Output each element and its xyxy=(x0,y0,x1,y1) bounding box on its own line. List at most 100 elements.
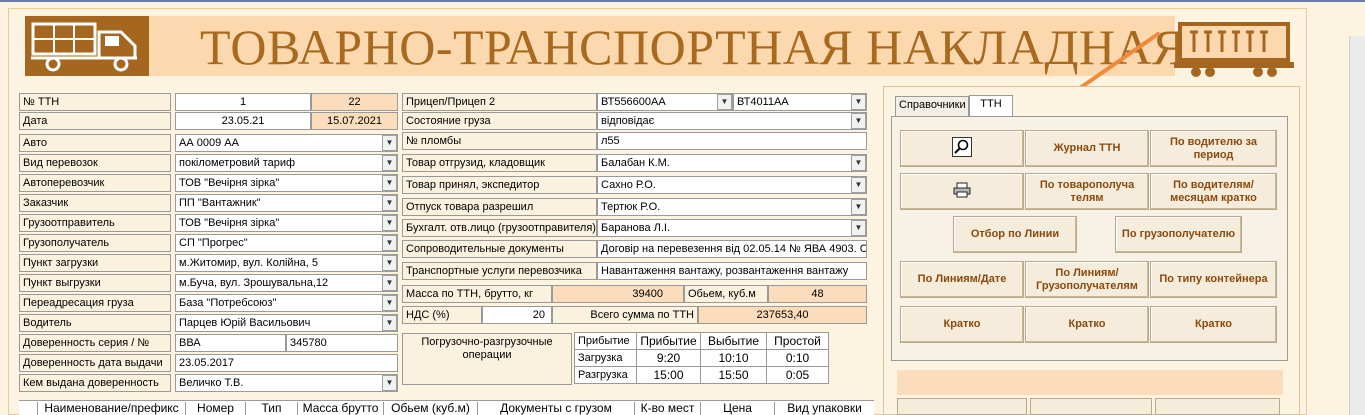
chevron-down-icon[interactable]: ▼ xyxy=(851,155,866,171)
auto-label: Авто xyxy=(19,134,171,152)
customer-select[interactable]: ПП "Вантажник" xyxy=(175,194,398,212)
chevron-down-icon[interactable]: ▼ xyxy=(851,199,866,215)
grid-column-header[interactable]: Вид упаковки xyxy=(774,402,874,415)
by-drivers-months-button[interactable]: По водителям/ месяцам кратко xyxy=(1150,173,1277,210)
vat-field[interactable]: 20 xyxy=(482,306,552,324)
chevron-down-icon[interactable]: ▼ xyxy=(382,235,397,251)
total-field[interactable]: 237653,40 xyxy=(698,306,867,324)
unload-point-select[interactable]: м.Буча, вул. Зрошувальна,12 xyxy=(175,274,398,292)
idle-cell[interactable]: 0:05 xyxy=(766,366,829,384)
transport-type-select[interactable]: покілометровий тариф xyxy=(175,154,398,172)
printer-icon xyxy=(953,182,971,202)
grid-column-header[interactable]: Документы с грузом xyxy=(477,402,634,415)
chevron-down-icon[interactable]: ▼ xyxy=(382,375,397,391)
docs-label: Сопроводительные документы xyxy=(402,240,597,258)
readdress-label: Переадресация груза xyxy=(19,294,171,312)
chevron-down-icon[interactable]: ▼ xyxy=(382,195,397,211)
truck-icon xyxy=(25,16,149,76)
consignee-label: Грузополучатель xyxy=(19,234,171,252)
chevron-down-icon[interactable]: ▼ xyxy=(382,135,397,151)
loading-timing-table: Прибытие Прибытие Выбытие Простой Загруз… xyxy=(574,332,829,384)
chevron-down-icon[interactable]: ▼ xyxy=(851,113,866,129)
by-driver-period-button[interactable]: По водителю за период xyxy=(1150,130,1277,167)
poa-series-field[interactable]: ВВА xyxy=(175,334,286,352)
poa-issuer-select[interactable]: Величко Т.В. xyxy=(175,374,398,392)
received-by-select[interactable]: Сахно Р.О. xyxy=(597,176,867,194)
chevron-down-icon[interactable]: ▼ xyxy=(717,94,732,110)
bottom-button[interactable] xyxy=(1030,398,1152,415)
arrive-cell[interactable]: 15:00 xyxy=(636,366,701,384)
chevron-down-icon[interactable]: ▼ xyxy=(382,255,397,271)
trailer-select[interactable]: ВТ556600АА xyxy=(597,93,733,111)
grid-column-header[interactable]: Масса брутто xyxy=(297,402,383,415)
volume-field[interactable]: 48 xyxy=(768,285,867,303)
chevron-down-icon[interactable]: ▼ xyxy=(382,215,397,231)
by-consignees-button[interactable]: По товарополуча телям xyxy=(1025,173,1149,210)
driver-select[interactable]: Парцев Юрій Васильович xyxy=(175,314,398,332)
trailer2-select[interactable]: ВТ4011АА xyxy=(733,93,867,111)
bottom-button[interactable] xyxy=(1155,398,1280,415)
load-point-select[interactable]: м.Житомир, вул. Колійна, 5 xyxy=(175,254,398,272)
container-wagon-icon xyxy=(1172,20,1296,78)
permitted-by-select[interactable]: Тертюк Р.О. xyxy=(597,198,867,216)
date-field[interactable]: 23.05.21 xyxy=(175,112,311,130)
vertical-scrollbar[interactable] xyxy=(1349,36,1365,415)
depart-cell[interactable]: 15:50 xyxy=(700,366,767,384)
idle-cell[interactable]: 0:10 xyxy=(766,349,829,367)
grid-column-header[interactable]: Тип xyxy=(245,402,297,415)
consignee-select[interactable]: СП "Прогрес" xyxy=(175,234,398,252)
print-button[interactable] xyxy=(900,173,1024,210)
unload-point-label: Пункт выгрузки xyxy=(19,274,171,292)
ttn-number-field[interactable]: 1 xyxy=(175,93,311,111)
search-button[interactable] xyxy=(900,130,1024,167)
brief-button-1[interactable]: Кратко xyxy=(900,306,1024,343)
by-consignee-button[interactable]: По грузополучателю xyxy=(1115,216,1242,253)
timing-header: Прибытие xyxy=(574,332,637,350)
cargo-state-select[interactable]: відповідає xyxy=(597,112,867,130)
poa-date-label: Доверенность дата выдачи xyxy=(19,354,171,372)
tab-ttn[interactable]: ТТН xyxy=(969,95,1013,116)
readdress-select[interactable]: База "Потребсоюз" xyxy=(175,294,398,312)
auto-select[interactable]: АА 0009 АА xyxy=(175,134,398,152)
chevron-down-icon[interactable]: ▼ xyxy=(851,94,866,110)
chevron-down-icon[interactable]: ▼ xyxy=(382,275,397,291)
ttn-number-field-2[interactable]: 22 xyxy=(311,93,398,111)
released-by-select[interactable]: Балабан К.М. xyxy=(597,154,867,172)
carrier-select[interactable]: ТОВ "Вечірня зірка" xyxy=(175,174,398,192)
chevron-down-icon[interactable]: ▼ xyxy=(851,177,866,193)
chevron-down-icon[interactable]: ▼ xyxy=(382,295,397,311)
status-strip xyxy=(897,370,1283,395)
depart-cell[interactable]: 10:10 xyxy=(700,349,767,367)
grid-column-header[interactable]: Наименование/префикс xyxy=(37,402,185,415)
loading-operations-label: Погрузочно-разгрузочные операции xyxy=(402,333,572,385)
docs-field[interactable]: Договір на перевезення від 02.05.14 № ЯВ… xyxy=(597,240,867,258)
brief-button-2[interactable]: Кратко xyxy=(1025,306,1149,343)
brief-button-3[interactable]: Кратко xyxy=(1150,306,1277,343)
filter-by-line-button[interactable]: Отбор по Линии xyxy=(953,216,1077,253)
seal-field[interactable]: л55 xyxy=(597,132,867,150)
poa-series-label: Доверенность серия / № xyxy=(19,334,171,352)
accountant-select[interactable]: Баранова Л.І. xyxy=(597,219,867,237)
grid-column-header[interactable]: Цена xyxy=(700,402,774,415)
shipper-select[interactable]: ТОВ "Вечірня зірка" xyxy=(175,214,398,232)
services-field[interactable]: Навантаження вантажу, розвантаження вант… xyxy=(597,262,867,280)
chevron-down-icon[interactable]: ▼ xyxy=(382,315,397,331)
date-field-2[interactable]: 15.07.2021 xyxy=(311,112,398,130)
grid-column-header[interactable]: Обьем (куб.м) xyxy=(383,402,477,415)
poa-date-field[interactable]: 23.05.2017 xyxy=(175,354,398,372)
bottom-button[interactable] xyxy=(897,398,1027,415)
journal-ttn-button[interactable]: Журнал ТТН xyxy=(1025,130,1149,167)
accountant-label: Бухгалт. отв.лицо (грузоотправителя) xyxy=(402,219,597,237)
grid-column-header[interactable]: К-во мест xyxy=(634,402,700,415)
mass-field[interactable]: 39400 xyxy=(552,285,684,303)
grid-column-header[interactable]: Номер xyxy=(185,402,245,415)
tab-directories[interactable]: Справочники xyxy=(895,96,969,116)
poa-number-field[interactable]: 345780 xyxy=(286,334,398,352)
arrive-cell[interactable]: 9:20 xyxy=(636,349,701,367)
chevron-down-icon[interactable]: ▼ xyxy=(382,175,397,191)
chevron-down-icon[interactable]: ▼ xyxy=(851,220,866,236)
lines-date-button[interactable]: По Линиям/Дате xyxy=(900,261,1024,298)
container-type-button[interactable]: По типу контейнера xyxy=(1150,261,1277,298)
lines-consignees-button[interactable]: По Линиям/ Грузополучателям xyxy=(1025,261,1149,298)
chevron-down-icon[interactable]: ▼ xyxy=(382,155,397,171)
